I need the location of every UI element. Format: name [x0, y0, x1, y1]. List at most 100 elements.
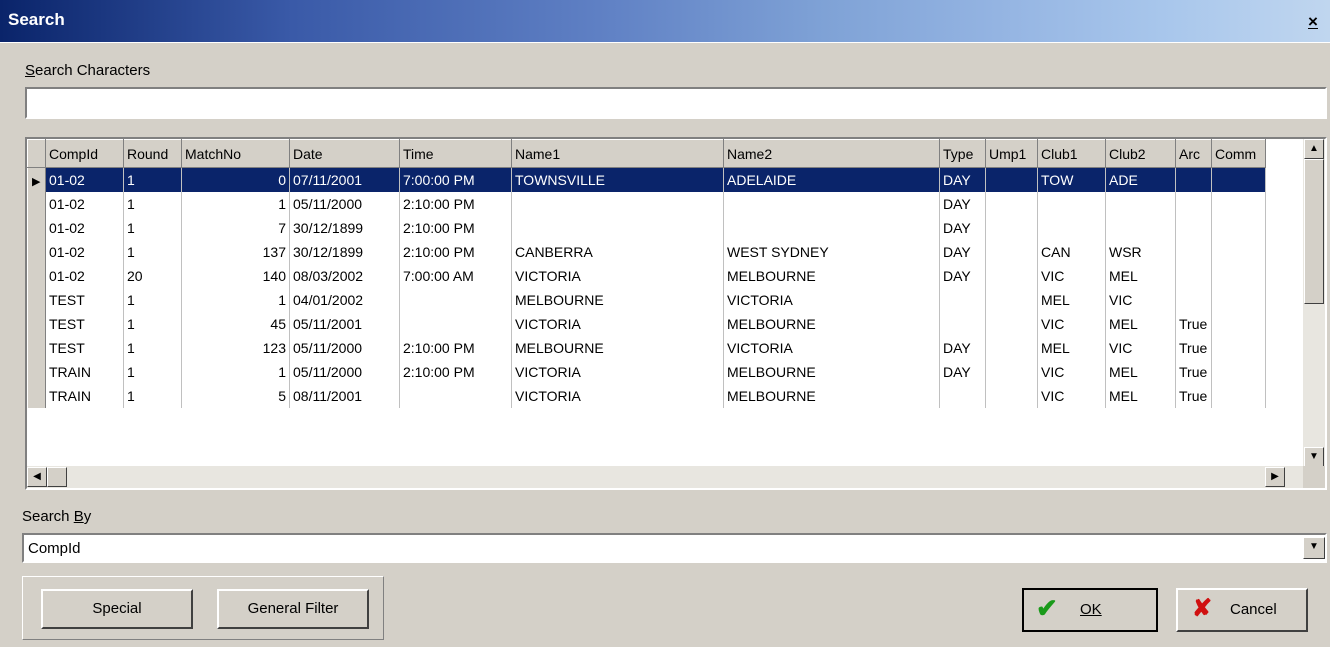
column-header-date[interactable]: Date [289, 139, 400, 168]
row-indicator[interactable] [27, 215, 46, 240]
cell-ump1[interactable] [985, 311, 1038, 336]
ok-button[interactable]: ✔ OK [1022, 588, 1158, 632]
cell-compid[interactable]: TEST [45, 311, 124, 336]
scroll-up-button[interactable]: ▲ [1304, 139, 1324, 159]
column-header-name1[interactable]: Name1 [511, 139, 724, 168]
cell-type[interactable]: DAY [939, 239, 986, 264]
column-header-ump1[interactable]: Ump1 [985, 139, 1038, 168]
cell-ump1[interactable] [985, 191, 1038, 216]
cell-name2[interactable]: WEST SYDNEY [723, 239, 940, 264]
cell-time[interactable]: 2:10:00 PM [399, 215, 512, 240]
cell-name1[interactable]: MELBOURNE [511, 335, 724, 360]
table-row[interactable]: TRAIN 1 5 08/11/2001 VICTORIA MELBOURNE VIC MEL… [27, 383, 1266, 408]
cell-compid[interactable]: TEST [45, 287, 124, 312]
cell-name2[interactable] [723, 215, 940, 240]
cell-matchno[interactable]: 0 [181, 167, 290, 192]
cell-compid[interactable]: 01-02 [45, 191, 124, 216]
cell-comm[interactable] [1211, 287, 1266, 312]
cell-club2[interactable]: MEL [1105, 263, 1176, 288]
cell-date[interactable]: 05/11/2000 [289, 359, 400, 384]
cell-comm[interactable] [1211, 383, 1266, 408]
row-indicator[interactable] [27, 383, 46, 408]
search-by-select[interactable]: CompId ▼ [22, 533, 1327, 563]
cell-round[interactable]: 1 [123, 191, 182, 216]
row-indicator[interactable]: ▶ [27, 167, 46, 192]
cell-matchno[interactable]: 1 [181, 359, 290, 384]
column-header-club1[interactable]: Club1 [1037, 139, 1106, 168]
cell-round[interactable]: 1 [123, 167, 182, 192]
special-button[interactable]: Special [41, 589, 193, 629]
cell-time[interactable] [399, 287, 512, 312]
cell-name2[interactable]: MELBOURNE [723, 383, 940, 408]
cell-type[interactable] [939, 287, 986, 312]
table-row[interactable]: TEST 1 45 05/11/2001 VICTORIA MELBOURNE VIC MEL… [27, 311, 1266, 336]
cell-time[interactable]: 7:00:00 PM [399, 167, 512, 192]
row-indicator[interactable] [27, 191, 46, 216]
row-indicator[interactable] [27, 239, 46, 264]
cell-matchno[interactable]: 140 [181, 263, 290, 288]
cell-date[interactable]: 30/12/1899 [289, 215, 400, 240]
row-indicator[interactable] [27, 287, 46, 312]
column-header-time[interactable]: Time [399, 139, 512, 168]
cell-name2[interactable]: VICTORIA [723, 287, 940, 312]
cell-ump1[interactable] [985, 263, 1038, 288]
cell-type[interactable] [939, 311, 986, 336]
cell-date[interactable]: 05/11/2001 [289, 311, 400, 336]
cell-type[interactable]: DAY [939, 359, 986, 384]
search-input[interactable] [27, 89, 1330, 117]
row-indicator[interactable] [27, 311, 46, 336]
cell-type[interactable]: DAY [939, 335, 986, 360]
cell-type[interactable]: DAY [939, 263, 986, 288]
cell-club2[interactable]: ADE [1105, 167, 1176, 192]
cell-name1[interactable]: MELBOURNE [511, 287, 724, 312]
cell-comm[interactable] [1211, 167, 1266, 192]
table-row[interactable]: TEST 1 1 04/01/2002 MELBOURNE VICTORIA MEL VIC [27, 287, 1266, 312]
cell-round[interactable]: 20 [123, 263, 182, 288]
cell-round[interactable]: 1 [123, 335, 182, 360]
cell-name1[interactable]: VICTORIA [511, 383, 724, 408]
cell-ump1[interactable] [985, 215, 1038, 240]
cell-type[interactable]: DAY [939, 191, 986, 216]
cell-club2[interactable]: WSR [1105, 239, 1176, 264]
cell-comm[interactable] [1211, 335, 1266, 360]
cell-club1[interactable]: VIC [1037, 311, 1106, 336]
cell-date[interactable]: 07/11/2001 [289, 167, 400, 192]
cell-club2[interactable]: MEL [1105, 383, 1176, 408]
cell-name1[interactable]: VICTORIA [511, 311, 724, 336]
cell-name1[interactable] [511, 215, 724, 240]
cell-comm[interactable] [1211, 311, 1266, 336]
cell-date[interactable]: 04/01/2002 [289, 287, 400, 312]
scroll-left-button[interactable]: ◀ [27, 467, 47, 487]
cell-club1[interactable]: VIC [1037, 359, 1106, 384]
cell-name2[interactable]: MELBOURNE [723, 359, 940, 384]
cell-club1[interactable] [1037, 215, 1106, 240]
close-button[interactable]: × [1302, 12, 1324, 32]
table-row[interactable]: 01-02 20 140 08/03/2002 7:00:00 AM VICTORIA ME… [27, 263, 1266, 288]
cell-club2[interactable]: MEL [1105, 359, 1176, 384]
cell-ump1[interactable] [985, 335, 1038, 360]
cell-comm[interactable] [1211, 359, 1266, 384]
cell-date[interactable]: 08/03/2002 [289, 263, 400, 288]
column-header-name2[interactable]: Name2 [723, 139, 940, 168]
cell-ump1[interactable] [985, 167, 1038, 192]
cell-compid[interactable]: 01-02 [45, 215, 124, 240]
cell-arc[interactable] [1175, 167, 1212, 192]
cell-ump1[interactable] [985, 239, 1038, 264]
scroll-down-button[interactable]: ▼ [1304, 447, 1324, 467]
row-indicator[interactable] [27, 359, 46, 384]
cell-time[interactable]: 2:10:00 PM [399, 335, 512, 360]
horizontal-scrollbar[interactable]: ◀ ▶ [27, 466, 1305, 488]
column-header-matchno[interactable]: MatchNo [181, 139, 290, 168]
horizontal-scroll-thumb[interactable] [47, 467, 67, 487]
cell-ump1[interactable] [985, 287, 1038, 312]
chevron-down-icon[interactable]: ▼ [1303, 537, 1325, 559]
cell-club2[interactable] [1105, 215, 1176, 240]
cell-name2[interactable]: VICTORIA [723, 335, 940, 360]
cell-matchno[interactable]: 137 [181, 239, 290, 264]
vertical-scroll-thumb[interactable] [1304, 159, 1324, 304]
cell-round[interactable]: 1 [123, 311, 182, 336]
table-row[interactable]: 01-02 1 137 30/12/1899 2:10:00 PM CANBERRA WES… [27, 239, 1266, 264]
column-header-arc[interactable]: Arc [1175, 139, 1212, 168]
cell-name1[interactable]: VICTORIA [511, 359, 724, 384]
cell-time[interactable]: 7:00:00 AM [399, 263, 512, 288]
